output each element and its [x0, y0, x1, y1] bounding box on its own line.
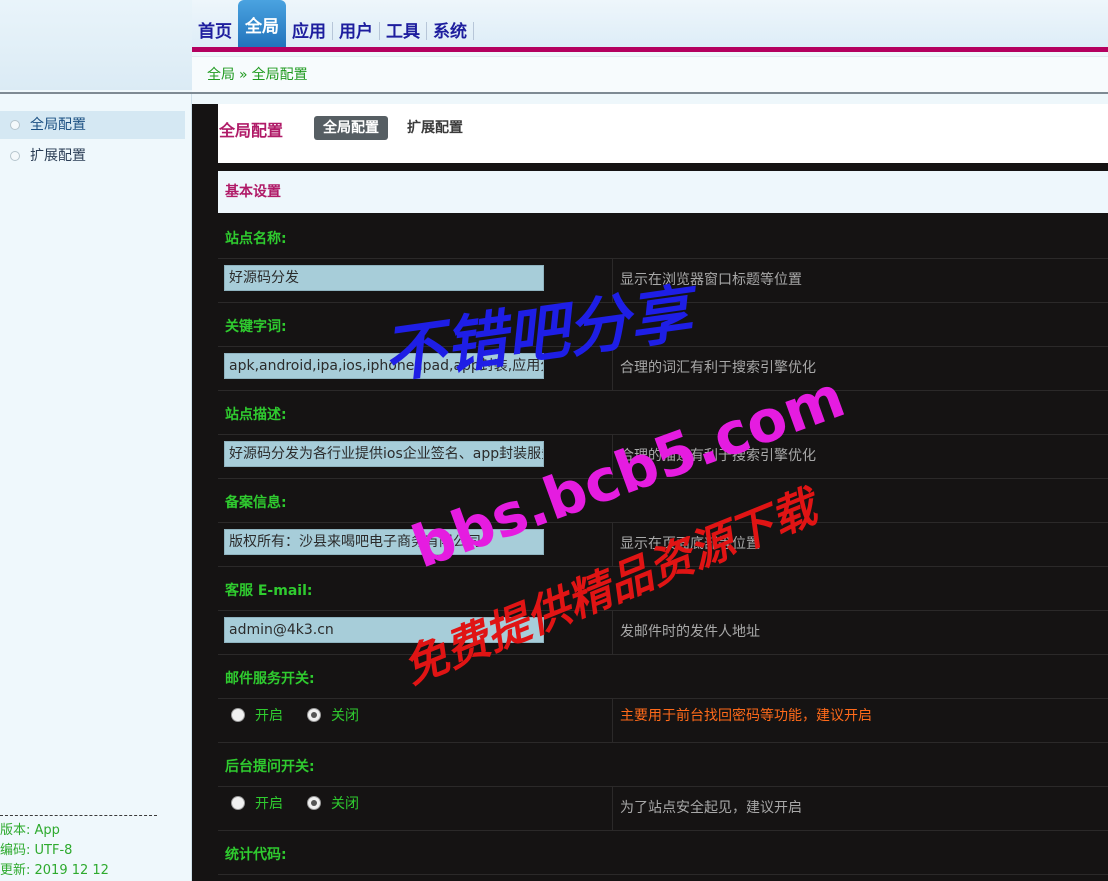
stats-code-label: 统计代码: — [225, 847, 287, 863]
keywords-input[interactable]: apk,android,ipa,ios,iphone,ipad,app封装,应用… — [224, 353, 544, 379]
radio-label: 开启 — [255, 796, 283, 812]
nav-accent-bar — [192, 47, 1108, 52]
nav-tools[interactable]: 工具 — [380, 12, 426, 52]
row-divider — [218, 434, 1108, 435]
admin-question-on-radio[interactable] — [231, 796, 245, 810]
column-divider — [612, 610, 613, 654]
breadcrumb-root[interactable]: 全局 — [207, 67, 235, 83]
nav-home[interactable]: 首页 — [192, 12, 238, 52]
admin-question-label: 后台提问开关: — [225, 759, 315, 775]
row-divider — [218, 478, 1108, 479]
row-divider — [218, 830, 1108, 831]
tab-global-config[interactable]: 全局配置 — [314, 116, 388, 140]
nav-apps[interactable]: 应用 — [286, 12, 332, 52]
description-input[interactable]: 好源码分发为各行业提供ios企业签名、app封装服务 — [224, 441, 544, 467]
column-divider — [612, 522, 613, 566]
mail-switch-radio-group: 开启 关闭 — [231, 705, 383, 725]
column-divider — [612, 698, 613, 742]
page-title: 全局配置 — [219, 121, 284, 140]
email-input[interactable]: admin@4k3.cn — [224, 617, 544, 643]
site-name-input[interactable]: 好源码分发 — [224, 265, 544, 291]
breadcrumb-current[interactable]: 全局配置 — [252, 67, 308, 83]
row-divider — [218, 742, 1108, 743]
radio-label: 关闭 — [331, 796, 359, 812]
description-hint: 合理的描述有利于搜索引擎优化 — [620, 448, 816, 464]
radio-label: 开启 — [255, 708, 283, 724]
column-divider — [612, 434, 613, 478]
row-divider — [218, 654, 1108, 655]
icp-label: 备案信息: — [225, 495, 287, 511]
row-divider — [218, 698, 1108, 699]
row-divider — [218, 522, 1108, 523]
version-info: 版本: App — [0, 823, 60, 838]
row-divider — [218, 346, 1108, 347]
nav-users[interactable]: 用户 — [333, 12, 379, 52]
nav-global[interactable]: 全局 — [238, 0, 286, 52]
row-divider — [218, 874, 1108, 875]
keywords-hint: 合理的词汇有利于搜索引擎优化 — [620, 360, 816, 376]
mail-switch-hint: 主要用于前台找回密码等功能，建议开启 — [620, 708, 872, 724]
main-nav: 首页 全局 应用 用户 工具 系统 — [192, 0, 474, 52]
radio-label: 关闭 — [331, 708, 359, 724]
sidebar-item-label: 扩展配置 — [30, 148, 86, 164]
mail-switch-off-radio[interactable] — [307, 708, 321, 722]
column-divider — [612, 258, 613, 302]
site-name-label: 站点名称: — [225, 231, 287, 247]
bullet-icon — [10, 151, 20, 161]
icp-hint: 显示在页面底部等位置 — [620, 536, 760, 552]
mail-switch-label: 邮件服务开关: — [225, 671, 315, 687]
nav-divider — [473, 22, 474, 40]
nav-system[interactable]: 系统 — [427, 12, 473, 52]
sidebar: 全局配置 扩展配置 版本: App 编码: UTF-8 更新: 2019 12 … — [0, 94, 192, 881]
row-divider — [218, 302, 1108, 303]
sidebar-divider — [0, 815, 157, 816]
breadcrumb: 全局» 全局配置 — [192, 56, 1108, 92]
email-label: 客服 E-mail: — [225, 583, 313, 599]
row-divider — [218, 610, 1108, 611]
row-divider — [218, 566, 1108, 567]
column-divider — [612, 346, 613, 390]
sidebar-item-extended-config[interactable]: 扩展配置 — [0, 142, 185, 170]
mail-switch-on-radio[interactable] — [231, 708, 245, 722]
row-divider — [218, 786, 1108, 787]
encoding-info: 编码: UTF-8 — [0, 843, 73, 858]
tab-extended-config[interactable]: 扩展配置 — [398, 116, 472, 140]
keywords-label: 关键字词: — [225, 319, 287, 335]
logo-area — [0, 0, 192, 90]
main-panel — [192, 104, 1108, 881]
column-divider — [612, 786, 613, 830]
section-header: 基本设置 — [218, 171, 1108, 213]
row-divider — [218, 258, 1108, 259]
sidebar-item-global-config[interactable]: 全局配置 — [0, 111, 185, 139]
admin-question-hint: 为了站点安全起见，建议开启 — [620, 800, 802, 816]
sidebar-item-label: 全局配置 — [30, 117, 86, 133]
site-name-hint: 显示在浏览器窗口标题等位置 — [620, 272, 802, 288]
row-divider — [218, 390, 1108, 391]
bullet-icon — [10, 120, 20, 130]
description-label: 站点描述: — [225, 407, 287, 423]
icp-input[interactable]: 版权所有：沙县来喝吧电子商务有限公司 — [224, 529, 544, 555]
email-hint: 发邮件时的发件人地址 — [620, 624, 760, 640]
admin-question-off-radio[interactable] — [307, 796, 321, 810]
admin-question-radio-group: 开启 关闭 — [231, 793, 383, 813]
updated-info: 更新: 2019 12 12 — [0, 863, 109, 878]
breadcrumb-separator: » — [239, 67, 248, 83]
